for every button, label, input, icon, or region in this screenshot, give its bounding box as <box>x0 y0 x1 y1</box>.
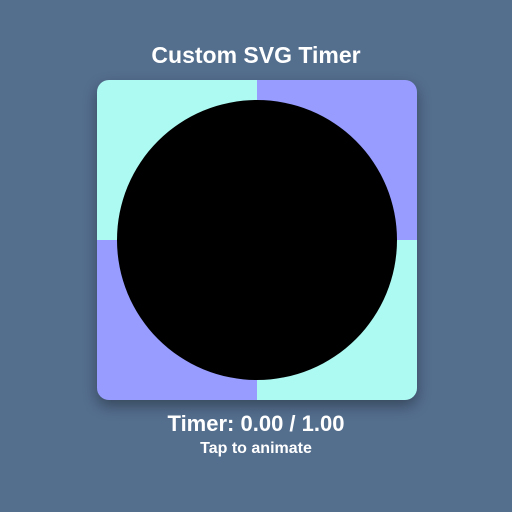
app-screen: Custom SVG Timer Timer: 0.00 / 1.00 Tap … <box>0 0 512 512</box>
page-title: Custom SVG Timer <box>151 42 361 68</box>
timer-graphic <box>97 80 417 400</box>
tap-hint: Tap to animate <box>200 440 312 457</box>
timer-canvas[interactable] <box>97 80 417 400</box>
timer-disc <box>117 100 397 380</box>
timer-readout: Timer: 0.00 / 1.00 <box>167 411 345 436</box>
